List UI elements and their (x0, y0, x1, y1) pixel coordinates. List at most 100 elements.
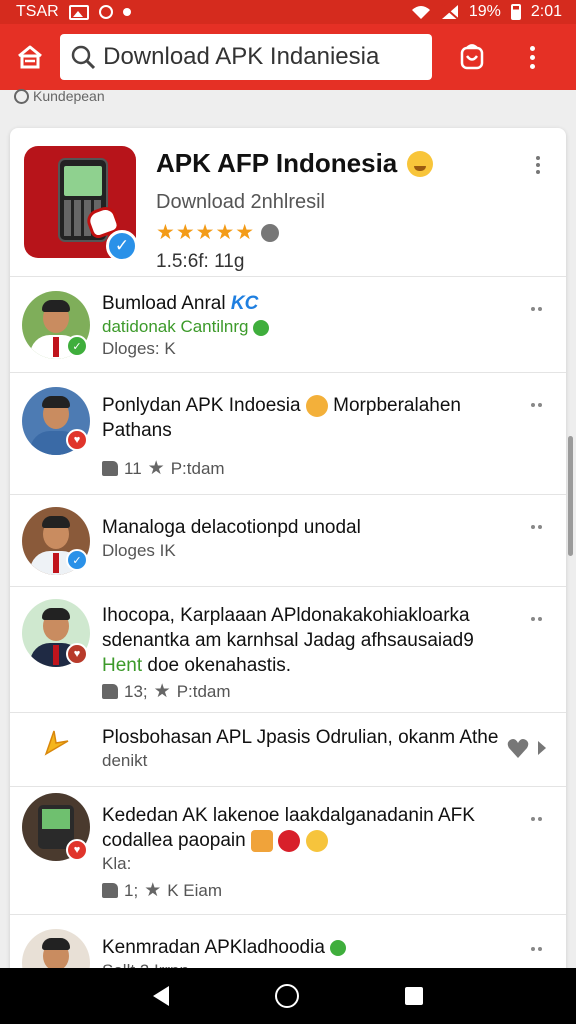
thumb-up-icon[interactable] (102, 461, 118, 476)
search-icon (71, 45, 96, 70)
like-count: 13; (124, 681, 148, 701)
clock: 2:01 (530, 3, 562, 20)
item-title-line3: Hent doe okenahastis. (102, 653, 518, 678)
thumb-up-icon[interactable] (102, 684, 118, 699)
star-badge-icon (44, 730, 69, 756)
app-card: ✓ APK AFP Indonesia Download 2nhlresil ★… (10, 128, 566, 978)
more-vert-icon (529, 45, 535, 69)
item-title-text: Kenmradan APKladhoodia (102, 937, 325, 958)
item-stats: 1; ★ K Eiam (102, 879, 518, 902)
item-title-line2: Pathans (102, 420, 172, 441)
search-input[interactable] (103, 43, 422, 71)
breadcrumb[interactable]: Kundepean (14, 88, 105, 104)
item-title: Plosbohasan APL Jpasis Odrulian, okanm A… (102, 727, 499, 748)
cart-icon (460, 44, 484, 70)
app-meta: 1.5:6f: 11g (156, 251, 245, 272)
category-icon (14, 88, 29, 104)
check-circle-icon (330, 939, 347, 956)
like-count: 11 (124, 458, 142, 478)
list-item[interactable]: ✓ Manaloga delacotionpd unodal Dloges IK (10, 494, 566, 586)
item-subtitle-text: datidonak Cantilnrg (102, 317, 249, 336)
item-meta: P:tdam (170, 458, 225, 478)
app-header: ✓ APK AFP Indonesia Download 2nhlresil ★… (10, 128, 566, 278)
dot-notification-icon (122, 8, 131, 16)
item-title: Ponlydan APK Indoesia Morpberalahen (102, 393, 518, 418)
signal-icon (441, 4, 459, 20)
breadcrumb-label: Kundepean (33, 88, 105, 104)
item-title-text: Ponlydan APK Indoesia (102, 395, 301, 416)
item-stats: 11 ★ P:tdam (102, 457, 518, 480)
search-box[interactable] (60, 34, 432, 80)
star-icon[interactable]: ★ (144, 879, 161, 902)
item-title-line2: sdenantka am karnhsal Jadag afhsausaiad9 (102, 630, 474, 651)
home-circle-icon[interactable] (275, 984, 299, 1008)
item-more-button[interactable] (531, 947, 542, 951)
app-title-text: APK AFP Indonesia (156, 148, 398, 178)
heart-badge-icon: ♥ (66, 429, 88, 451)
list-item[interactable]: Plosbohasan APL Jpasis Odrulian, okanm A… (10, 712, 566, 786)
home-icon (18, 45, 42, 69)
item-meta: Dloges: K (102, 339, 176, 358)
wifi-icon (411, 6, 430, 19)
system-nav-bar (0, 968, 576, 1024)
gallery-notification-icon (68, 4, 89, 20)
sync-notification-icon (98, 5, 113, 19)
verified-badge-icon: ✓ (66, 335, 88, 357)
item-title-line3-text: doe okenahastis. (147, 655, 292, 676)
check-circle-icon (253, 319, 270, 336)
item-meta: P:tdam (176, 681, 231, 701)
scrollbar-thumb[interactable] (568, 436, 573, 556)
verified-badge-icon: ✓ (66, 549, 88, 571)
item-subtitle: datidonak Cantilnrg (102, 316, 518, 338)
app-toolbar (0, 24, 576, 90)
item-more-button[interactable] (531, 525, 542, 529)
item-meta-line: Kla: (102, 854, 132, 873)
list-item[interactable]: ♥ Ihocopa, Karplaaan APldonakakohiakloar… (10, 586, 566, 712)
cart-button[interactable] (442, 24, 502, 90)
list-item[interactable]: ✓ Bumload Anral KC datidonak Cantilnrg D… (10, 276, 566, 372)
overflow-menu-button[interactable] (502, 24, 562, 90)
star-icon[interactable]: ★ (154, 680, 171, 703)
info-icon[interactable] (261, 223, 280, 242)
item-title-text-b: Morpberalahen (333, 395, 461, 416)
recents-square-icon[interactable] (405, 987, 423, 1005)
heart-badge-icon: ♥ (66, 839, 88, 861)
item-meta: K Eiam (167, 880, 223, 900)
emoji-icon (305, 394, 328, 417)
home-button[interactable] (0, 24, 60, 90)
item-title-line2-text: codallea paopain (102, 830, 246, 851)
item-meta: denikt (102, 751, 148, 770)
status-bar: TSAR 19% 2:01 (0, 0, 576, 24)
heart-icon[interactable] (506, 737, 530, 759)
item-title: Ihocopa, Karplaaan APldonakakohiakloarka (102, 605, 470, 626)
item-more-button[interactable] (531, 307, 542, 311)
item-title: Kenmradan APKladhoodia (102, 935, 518, 960)
heart-badge-icon: ♥ (66, 643, 88, 665)
carrier-label: TSAR (16, 3, 59, 20)
like-count: 1; (124, 880, 139, 900)
item-meta: Dloges IK (102, 541, 176, 560)
item-title: Bumload Anral KC (102, 291, 518, 316)
chevron-right-icon[interactable] (536, 739, 548, 757)
item-more-button[interactable] (531, 403, 542, 407)
app-title: APK AFP Indonesia (156, 148, 434, 179)
emoji-icon (305, 829, 328, 852)
verified-badge-icon: ✓ (106, 230, 138, 262)
back-button-icon[interactable] (153, 986, 169, 1006)
item-more-button[interactable] (531, 617, 542, 621)
item-tag: KC (230, 293, 259, 314)
item-title-text: Bumload Anral (102, 293, 226, 314)
app-logo[interactable]: ✓ (24, 146, 138, 262)
battery-icon (510, 4, 521, 20)
emoji-icon (250, 829, 273, 852)
list-item[interactable]: ♥ Ponlydan APK Indoesia Morpberalahen Pa… (10, 372, 566, 494)
item-more-button[interactable] (531, 817, 542, 821)
list-item[interactable]: ♥ Kededan AK lakenoe laakdalganadanin AF… (10, 786, 566, 914)
app-more-button[interactable] (536, 156, 540, 174)
item-title-highlight: Hent (102, 655, 143, 676)
thumb-up-icon[interactable] (102, 883, 118, 898)
star-rating-icons: ★★★★★ (156, 221, 256, 244)
star-icon[interactable]: ★ (148, 457, 165, 480)
emoji-icon (278, 829, 301, 852)
item-title-line2: codallea paopain (102, 828, 518, 853)
